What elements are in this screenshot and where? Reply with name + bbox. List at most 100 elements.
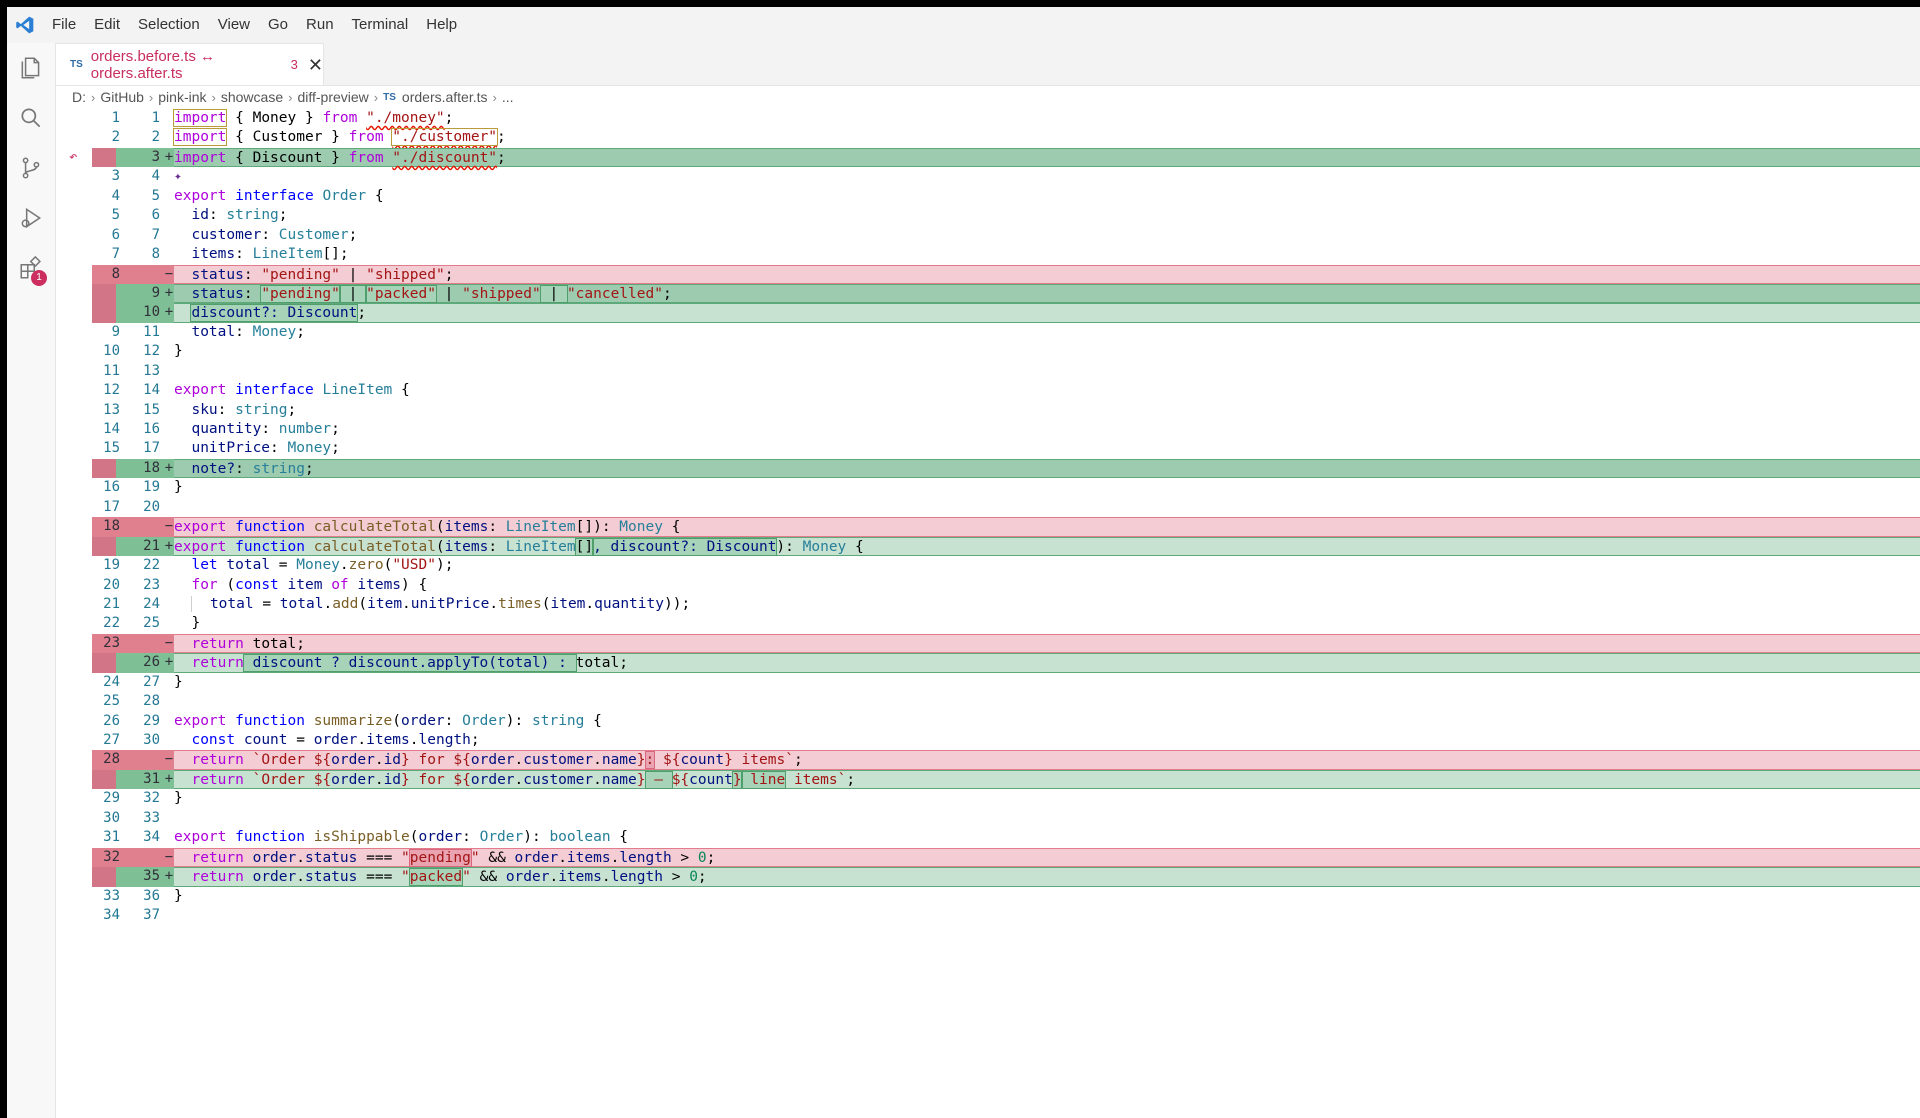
code-text: export function isShippable(order: Order… <box>174 829 629 846</box>
extensions-icon[interactable]: 1 <box>7 243 55 293</box>
diff-line: 21 24 total = total.add(item.unitPrice.t… <box>56 595 1920 614</box>
code-text: import { Customer } from "./customer"; <box>172 128 506 147</box>
chevron-right-icon: › <box>211 89 216 105</box>
typescript-file-icon: TS <box>70 59 83 70</box>
menu-file[interactable]: File <box>43 7 85 43</box>
modified-line-number: 35 <box>143 868 160 885</box>
code-text: discount?: Discount; <box>174 303 1920 323</box>
code-text: for (const item of items) { <box>191 576 428 593</box>
diff-line-inserted: ↶ 3 + import { Discount } from "./discou… <box>56 147 1920 168</box>
chevron-right-icon: › <box>492 89 497 105</box>
menu-edit[interactable]: Edit <box>85 7 129 43</box>
modified-line-number: 28 <box>143 693 160 710</box>
code-text: export function calculateTotal(items: Li… <box>174 517 1920 537</box>
diff-line-inserted: 21 + export function calculateTotal(item… <box>56 536 1920 557</box>
breadcrumb: D: › GitHub › pink-ink › showcase › diff… <box>72 85 514 109</box>
modified-line-number: 29 <box>143 712 160 729</box>
run-debug-icon[interactable] <box>7 193 55 243</box>
menu-view[interactable]: View <box>209 7 259 43</box>
code-text: let total = Money.zero("USD"); <box>191 557 454 574</box>
chevron-right-icon: › <box>91 89 96 105</box>
modified-line-number: 31 <box>143 770 160 787</box>
diff-line: 11 13 <box>56 362 1920 381</box>
diff-line-inserted: 9 + status: "pending" | "packed" | "ship… <box>56 283 1920 304</box>
code-text: export function calculateTotal(items: Li… <box>174 536 1920 557</box>
diff-line: 33 36 } <box>56 887 1920 906</box>
diff-line: 10 12 } <box>56 342 1920 361</box>
code-text: return total; <box>174 633 1920 654</box>
diff-line: 13 15 sku: string; <box>56 401 1920 420</box>
diff-line-inserted: 26 + return discount ? discount.applyTo(… <box>56 653 1920 673</box>
code-text: import { Money } from "./money"; <box>172 109 454 127</box>
vscode-logo-icon <box>7 7 43 43</box>
breadcrumb-drive[interactable]: D: <box>72 89 86 105</box>
menu-go[interactable]: Go <box>259 7 297 43</box>
typescript-file-icon: TS <box>383 91 396 103</box>
diff-editor[interactable]: 1 1 import { Money } from "./money"; 2 2… <box>56 109 1920 1118</box>
diff-line: 20 23 for (const item of items) { <box>56 576 1920 595</box>
modified-line-number <box>116 517 160 536</box>
modified-line-number: 1 <box>151 110 160 126</box>
modified-line-number <box>116 848 160 867</box>
diff-line: 14 16 quantity: number; <box>56 420 1920 439</box>
modified-line-number <box>116 265 160 284</box>
diff-line-inserted: 18 + note?: string; <box>56 458 1920 479</box>
diff-line: 30 33 <box>56 809 1920 828</box>
code-text: import { Discount } from "./discount"; <box>174 147 1920 168</box>
modified-line-number: 30 <box>143 732 160 748</box>
code-text: status: "pending" | "packed" | "shipped"… <box>174 283 1920 304</box>
explorer-icon[interactable] <box>7 43 55 93</box>
close-icon[interactable]: ✕ <box>308 56 323 74</box>
code-text: } <box>174 673 183 690</box>
menu-help[interactable]: Help <box>417 7 466 43</box>
code-text: return discount ? discount.applyTo(total… <box>174 653 1920 673</box>
chevron-right-icon: › <box>148 89 154 105</box>
modified-line-number: 8 <box>151 246 160 263</box>
modified-line-number: 4 <box>151 168 160 185</box>
diff-line-deleted: 18 − export function calculateTotal(item… <box>56 517 1920 537</box>
modified-line-number: 17 <box>143 440 160 457</box>
modified-line-number: 33 <box>143 809 160 826</box>
menu-run[interactable]: Run <box>297 7 343 43</box>
code-text: note?: string; <box>174 458 1920 479</box>
modified-line-number: 16 <box>143 421 160 437</box>
source-control-icon[interactable] <box>7 143 55 193</box>
modified-line-number: 20 <box>143 498 160 515</box>
modified-line-number: 22 <box>143 557 160 574</box>
modified-line-number: 7 <box>151 226 160 243</box>
diff-line-deleted: 28 − return `Order ${order.id} for ${ord… <box>56 750 1920 770</box>
code-text: items: LineItem[]; <box>191 246 349 263</box>
diff-line-deleted: 8 − status: "pending" | "shipped"; <box>56 264 1920 284</box>
modified-line-number: 26 <box>143 654 160 671</box>
menu-terminal[interactable]: Terminal <box>343 7 418 43</box>
search-icon[interactable] <box>7 93 55 143</box>
code-text: return order.status === "packed" && orde… <box>174 867 1920 887</box>
menu-selection[interactable]: Selection <box>129 7 209 43</box>
modified-line-number: 24 <box>143 595 160 612</box>
diff-line: 22 25 } <box>56 614 1920 633</box>
chevron-right-icon: › <box>288 89 293 105</box>
breadcrumb-diff-preview[interactable]: diff-preview <box>297 89 368 105</box>
diff-line-inserted: 35 + return order.status === "packed" &&… <box>56 867 1920 887</box>
breadcrumb-github[interactable]: GitHub <box>100 89 144 105</box>
tab-diff[interactable]: TS orders.before.ts ↔ orders.after.ts 3 … <box>56 43 324 85</box>
modified-line-number: 5 <box>151 187 160 204</box>
sparkle-icon[interactable]: ✦ <box>174 167 182 186</box>
breadcrumb-pink-ink[interactable]: pink-ink <box>158 89 206 105</box>
breadcrumb-file[interactable]: orders.after.ts <box>402 89 488 105</box>
code-text: return order.status === "pending" && ord… <box>174 847 1920 868</box>
code-text: export function summarize(order: Order):… <box>174 712 602 729</box>
modified-line-number: 21 <box>143 537 160 554</box>
breadcrumb-showcase[interactable]: showcase <box>221 89 283 105</box>
diff-line: 15 17 unitPrice: Money; <box>56 439 1920 458</box>
problem-count: 3 <box>290 57 298 72</box>
code-text: id: string; <box>191 207 288 224</box>
diff-line: 17 20 <box>56 498 1920 517</box>
breadcrumb-ellipsis[interactable]: ... <box>502 89 514 105</box>
modified-line-number: 13 <box>143 362 160 379</box>
extensions-badge: 1 <box>31 270 47 286</box>
diff-line: 34 37 <box>56 906 1920 925</box>
code-text: total = total.add(item.unitPrice.times(i… <box>174 595 1920 614</box>
diff-line-inserted: 31 + return `Order ${order.id} for ${ord… <box>56 769 1920 790</box>
revert-change-icon[interactable]: ↶ <box>69 148 77 167</box>
